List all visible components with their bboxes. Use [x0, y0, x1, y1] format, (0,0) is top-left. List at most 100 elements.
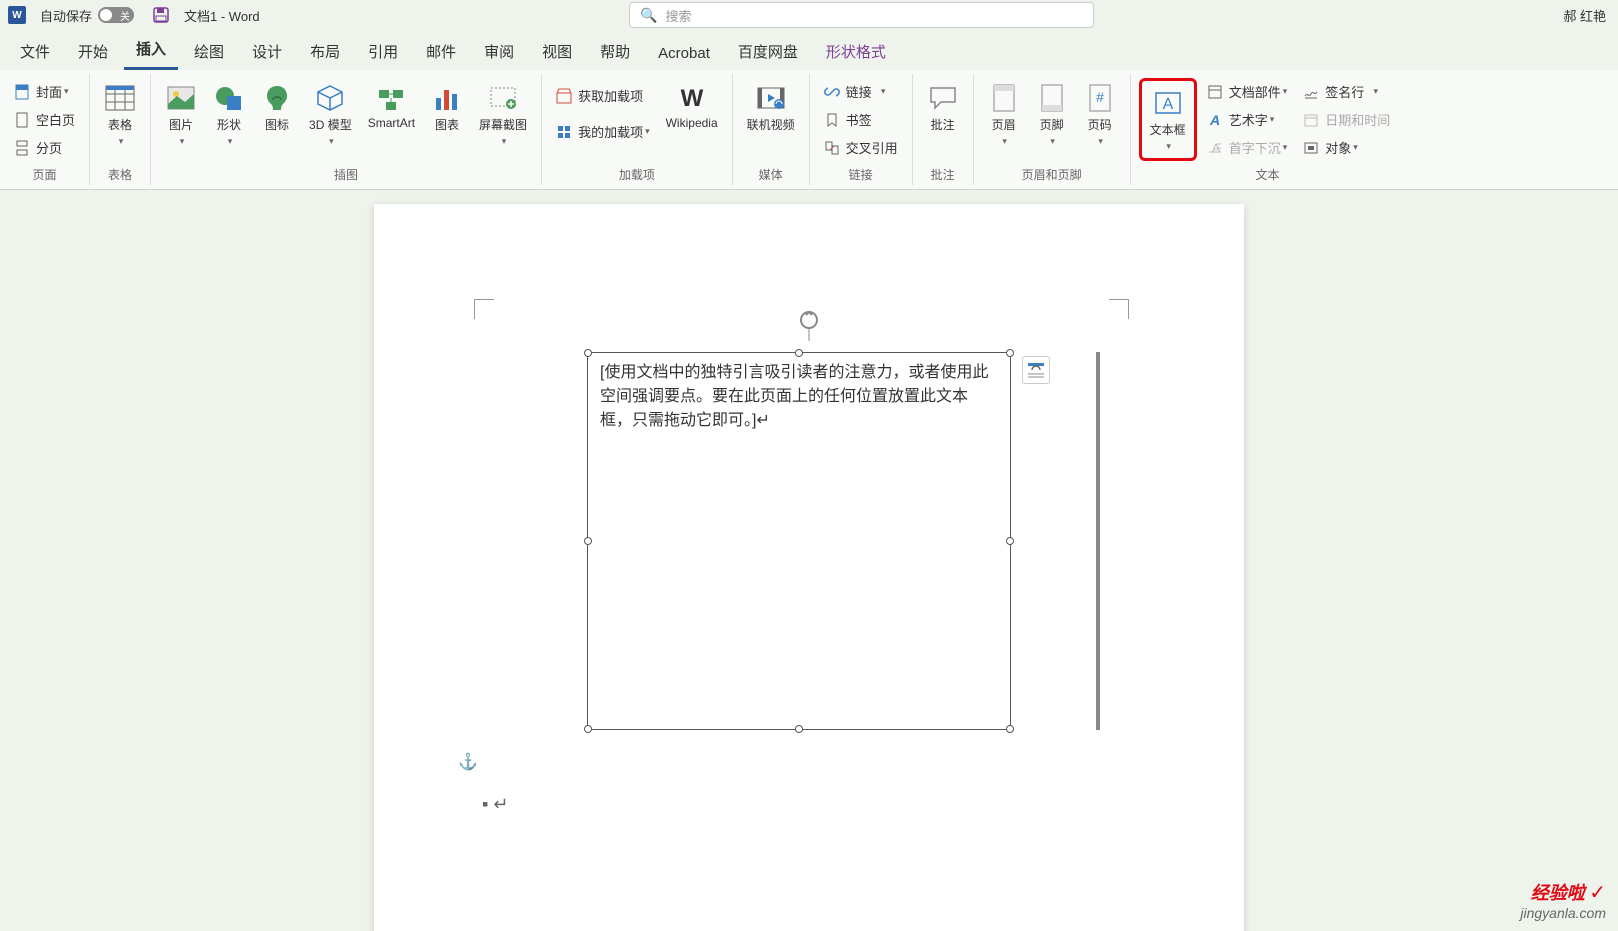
toggle-knob: [100, 9, 112, 21]
search-box[interactable]: 🔍 搜索: [629, 2, 1094, 28]
group-label-pages: 页面: [8, 166, 81, 183]
chevron-down-icon: ▾: [1098, 136, 1103, 146]
rotate-handle[interactable]: [798, 309, 820, 331]
group-label-text: 文本: [1139, 166, 1397, 183]
my-addins-button[interactable]: 我的加载项▾: [550, 114, 656, 149]
smartart-icon: [375, 82, 407, 114]
blank-page-icon: [14, 112, 30, 128]
chevron-down-icon: ▾: [329, 136, 334, 146]
tab-draw[interactable]: 绘图: [182, 33, 236, 70]
cover-page-button[interactable]: 封面▾: [8, 78, 81, 105]
chevron-down-icon: ▾: [502, 136, 507, 146]
group-text: A文本框▾ 文档部件▾ A艺术字▾ A首字下沉▾ 签名行 ▾ 日期和时间 对象▾…: [1131, 74, 1405, 185]
picture-button[interactable]: 图片▾: [159, 78, 203, 151]
margin-corner-tl: [474, 299, 494, 319]
table-icon: [104, 82, 136, 114]
signature-icon: [1303, 84, 1319, 100]
layout-options-button[interactable]: [1022, 356, 1050, 384]
page[interactable]: [使用文档中的独特引言吸引读者的注意力，或者使用此空间强调要点。要在此页面上的任…: [374, 204, 1244, 931]
smartart-button[interactable]: SmartArt: [362, 78, 421, 134]
online-video-button[interactable]: 联机视频: [741, 78, 801, 137]
resize-handle-ne[interactable]: [1006, 349, 1014, 357]
page-number-button[interactable]: #页码▾: [1078, 78, 1122, 151]
chevron-down-icon: ▾: [1373, 86, 1378, 97]
watermark-url: jingyanla.com: [1520, 905, 1606, 921]
model3d-icon: [314, 82, 346, 114]
tab-layout[interactable]: 布局: [298, 33, 352, 70]
chevron-down-icon: ▾: [645, 126, 650, 137]
user-name[interactable]: 郝 红艳: [1563, 6, 1606, 25]
page-break-icon: [14, 140, 30, 156]
chart-icon: [431, 82, 463, 114]
video-icon: [755, 82, 787, 114]
wikipedia-button[interactable]: WWikipedia: [660, 78, 724, 134]
bookmark-icon: [824, 112, 840, 128]
link-button[interactable]: 链接 ▾: [818, 78, 904, 105]
object-icon: [1303, 140, 1319, 156]
resize-handle-sw[interactable]: [584, 725, 592, 733]
group-pages: 封面▾ 空白页 分页 页面: [0, 74, 90, 185]
comment-button[interactable]: 批注: [921, 78, 965, 137]
crossref-button[interactable]: 交叉引用: [818, 134, 904, 161]
tab-review[interactable]: 审阅: [472, 33, 526, 70]
text-frame[interactable]: [使用文档中的独特引言吸引读者的注意力，或者使用此空间强调要点。要在此页面上的任…: [587, 352, 1011, 730]
link-icon: [824, 84, 840, 100]
chevron-down-icon: ▾: [119, 136, 124, 146]
tab-design[interactable]: 设计: [240, 33, 294, 70]
group-label-comments: 批注: [921, 166, 965, 183]
chevron-down-icon: ▾: [228, 136, 233, 146]
textbox-icon: A: [1152, 87, 1184, 119]
tab-shape-format[interactable]: 形状格式: [814, 33, 898, 70]
header-button[interactable]: 页眉▾: [982, 78, 1026, 151]
signature-button[interactable]: 签名行 ▾: [1297, 78, 1396, 105]
resize-handle-nw[interactable]: [584, 349, 592, 357]
table-button[interactable]: 表格▾: [98, 78, 142, 151]
document-area[interactable]: [使用文档中的独特引言吸引读者的注意力，或者使用此空间强调要点。要在此页面上的任…: [0, 190, 1618, 931]
bookmark-button[interactable]: 书签: [818, 106, 904, 133]
parts-button[interactable]: 文档部件▾: [1201, 78, 1294, 105]
blank-page-button[interactable]: 空白页: [8, 106, 81, 133]
get-addins-button[interactable]: 获取加载项: [550, 78, 656, 113]
search-icon: 🔍: [640, 7, 657, 24]
tab-help[interactable]: 帮助: [588, 33, 642, 70]
cover-page-icon: [14, 84, 30, 100]
textbox-button[interactable]: A文本框▾: [1144, 83, 1192, 156]
page-number-icon: #: [1084, 82, 1116, 114]
object-button[interactable]: 对象▾: [1297, 134, 1396, 161]
save-icon[interactable]: [152, 6, 170, 24]
resize-handle-se[interactable]: [1006, 725, 1014, 733]
resize-handle-n[interactable]: [795, 349, 803, 357]
icons-button[interactable]: 图标: [255, 78, 299, 137]
highlight-textbox: A文本框▾: [1139, 78, 1197, 161]
resize-handle-w[interactable]: [584, 537, 592, 545]
title-bar: W 自动保存 关 文档1 - Word 🔍 搜索 郝 红艳: [0, 0, 1618, 30]
chevron-down-icon: ▾: [1283, 142, 1288, 153]
text-frame-content[interactable]: [使用文档中的独特引言吸引读者的注意力，或者使用此空间强调要点。要在此页面上的任…: [588, 353, 1010, 441]
tab-file[interactable]: 文件: [8, 33, 62, 70]
tab-mailings[interactable]: 邮件: [414, 33, 468, 70]
model3d-button[interactable]: 3D 模型▾: [303, 78, 358, 151]
datetime-button: 日期和时间: [1297, 106, 1396, 133]
page-break-button[interactable]: 分页: [8, 134, 81, 161]
tab-view[interactable]: 视图: [530, 33, 584, 70]
chart-button[interactable]: 图表: [425, 78, 469, 137]
autosave-toggle[interactable]: 关: [98, 7, 134, 23]
wordart-button[interactable]: A艺术字▾: [1201, 106, 1294, 133]
tab-baidu[interactable]: 百度网盘: [726, 33, 810, 70]
shapes-button[interactable]: 形状▾: [207, 78, 251, 151]
screenshot-button[interactable]: 屏幕截图▾: [473, 78, 533, 151]
resize-handle-s[interactable]: [795, 725, 803, 733]
tab-references[interactable]: 引用: [356, 33, 410, 70]
group-tables: 表格▾ 表格: [90, 74, 151, 185]
vertical-guide: [1096, 352, 1100, 730]
chevron-down-icon: ▾: [1283, 86, 1288, 97]
tab-home[interactable]: 开始: [66, 33, 120, 70]
tab-acrobat[interactable]: Acrobat: [646, 37, 722, 70]
resize-handle-e[interactable]: [1006, 537, 1014, 545]
chevron-down-icon: ▾: [1270, 114, 1275, 125]
group-header-footer: 页眉▾ 页脚▾ #页码▾ 页眉和页脚: [974, 74, 1131, 185]
footer-button[interactable]: 页脚▾: [1030, 78, 1074, 151]
margin-corner-tr: [1109, 299, 1129, 319]
group-label-links: 链接: [818, 166, 904, 183]
tab-insert[interactable]: 插入: [124, 30, 178, 70]
